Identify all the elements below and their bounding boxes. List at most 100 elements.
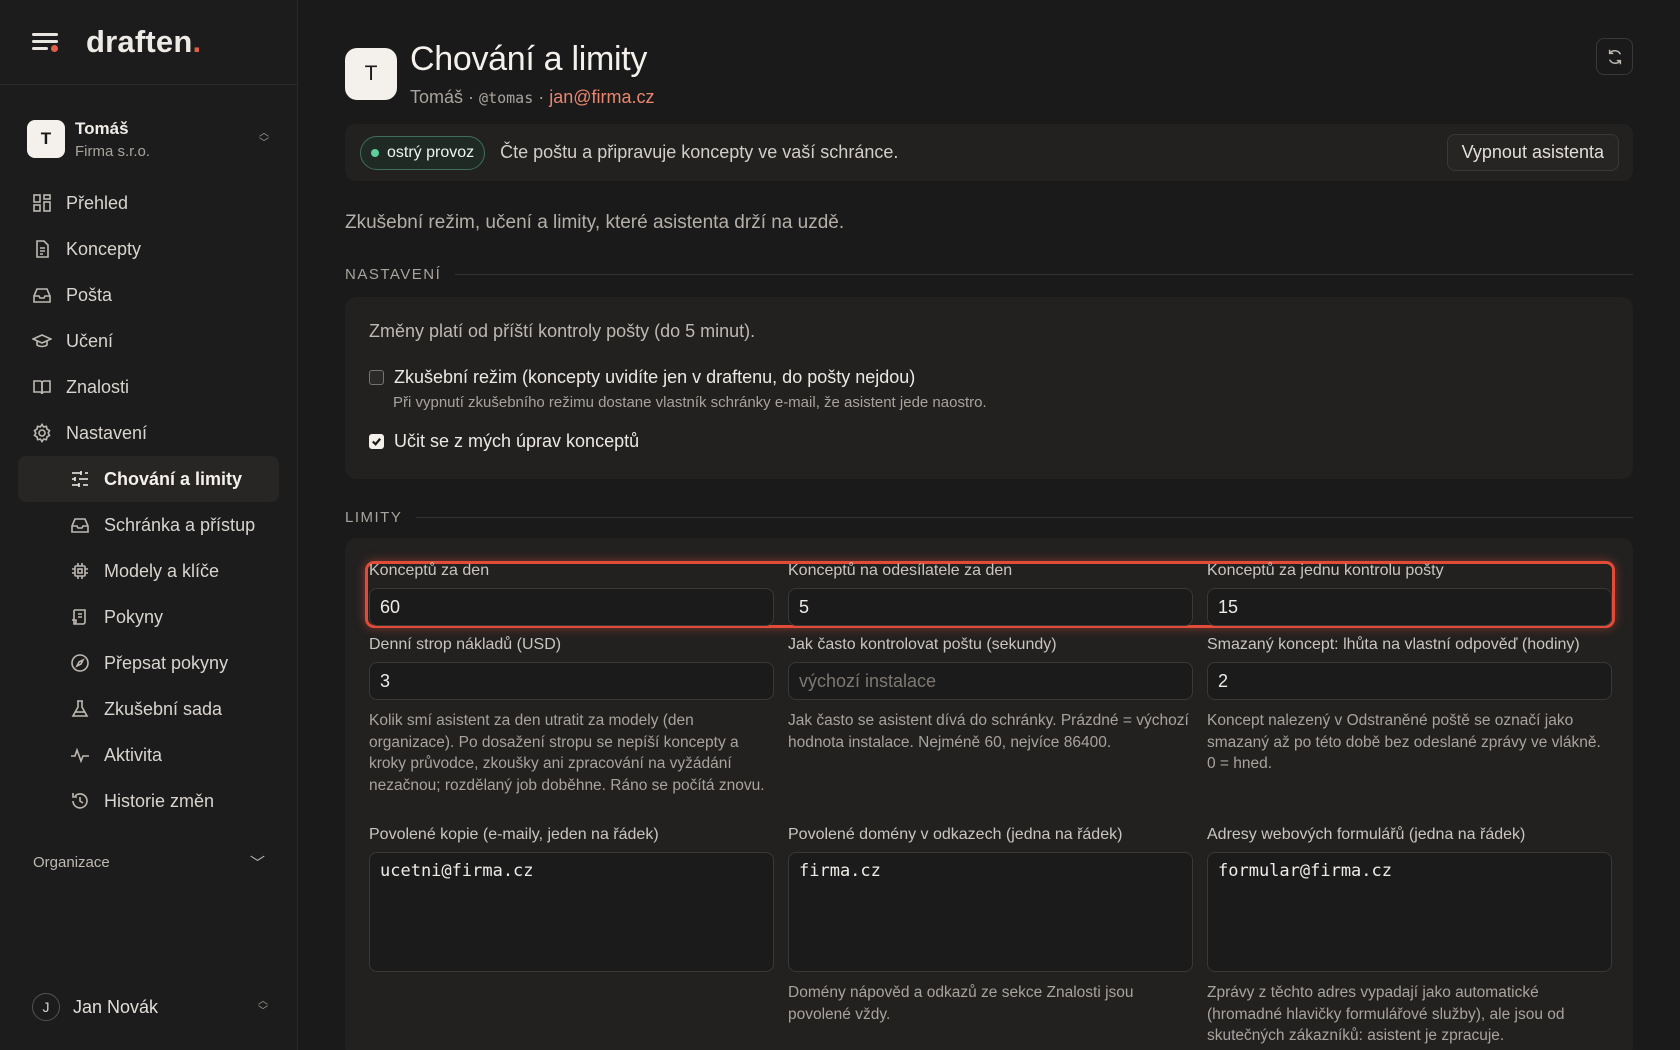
field-label: Denní strop nákladů (USD) xyxy=(369,636,562,653)
allowed-cc-field: Povolené kopie (e-maily, jeden na řádek)… xyxy=(369,826,774,972)
settings-section-label: NASTAVENÍ xyxy=(345,266,442,283)
sidebar-item-zkusebni-sada[interactable]: Zkušební sada xyxy=(18,686,279,732)
allowed-domains-textarea[interactable]: firma.cz xyxy=(788,852,1193,972)
chevron-up-down-icon: ︿ ﹀ xyxy=(258,996,268,1017)
sidebar-item-uceni[interactable]: Učení xyxy=(18,318,279,364)
field-help: Domény nápověd a odkazů ze sekce Znalost… xyxy=(788,984,1134,1023)
drafts-per-day-field: Konceptů za den 60 xyxy=(369,562,774,626)
user-menu[interactable]: J Jan Novák ︿ ﹀ xyxy=(32,993,272,1021)
field-label: Smazaný koncept: lhůta na vlastní odpově… xyxy=(1207,636,1580,653)
chevron-up-down-icon: ︿ ﹀ xyxy=(259,128,269,149)
meta-separator: · xyxy=(468,87,475,107)
sidebar-item-aktivita[interactable]: Aktivita xyxy=(18,732,279,778)
menu-icon[interactable] xyxy=(32,31,60,53)
sidebar-item-label: Učení xyxy=(66,330,114,351)
assistant-status-bar: ostrý provoz Čte poštu a připravuje konc… xyxy=(345,124,1633,181)
drafts-per-check-input[interactable]: 15 xyxy=(1207,588,1612,626)
allowed-cc-textarea[interactable]: ucetni@firma.cz xyxy=(369,852,774,972)
deleted-grace-input[interactable]: 2 xyxy=(1207,662,1612,700)
deleted-grace-field: Smazaný koncept: lhůta na vlastní odpově… xyxy=(1207,636,1612,775)
sidebar-item-label: Znalosti xyxy=(66,376,130,397)
gear-icon xyxy=(33,423,51,443)
sidebar-item-nastaveni[interactable]: Nastavení xyxy=(18,410,279,456)
check-interval-input[interactable]: výchozí instalace xyxy=(788,662,1193,700)
org-switcher-subtitle: Firma s.r.o. xyxy=(75,142,151,160)
page-title: Chování a limity xyxy=(410,40,648,78)
sidebar-item-label: Koncepty xyxy=(66,238,142,259)
sidebar-item-koncepty[interactable]: Koncepty xyxy=(18,226,279,272)
trial-mode-checkbox[interactable] xyxy=(369,370,384,385)
checkmark-icon xyxy=(372,438,382,446)
drafts-per-sender-input[interactable]: 5 xyxy=(788,588,1193,626)
sidebar-item-label: Pošta xyxy=(66,284,113,305)
mailbox-email: jan@firma.cz xyxy=(549,87,655,107)
chevron-down-icon: ﹀ xyxy=(249,855,265,872)
learn-option[interactable]: Učit se z mých úprav konceptů xyxy=(369,431,639,452)
sidebar-nav: Přehled Koncepty Pošta Učení Znalosti Na… xyxy=(18,180,279,824)
field-label: Povolené domény v odkazech (jedna na řád… xyxy=(788,826,1123,843)
organization-section-toggle[interactable]: Organizace ﹀ xyxy=(33,852,265,873)
refresh-button[interactable] xyxy=(1596,38,1633,75)
sidebar-item-znalosti[interactable]: Znalosti xyxy=(18,364,279,410)
sidebar-item-pokyny[interactable]: Pokyny xyxy=(18,594,279,640)
disable-assistant-button[interactable]: Vypnout asistenta xyxy=(1446,134,1619,171)
settings-card: Změny platí od příští kontroly pošty (do… xyxy=(345,297,1633,479)
settings-section-heading: NASTAVENÍ xyxy=(345,266,1633,283)
inbox-icon xyxy=(71,518,89,533)
limits-card: Konceptů za den 60 Konceptů na odesílate… xyxy=(345,538,1633,1050)
sidebar-item-label: Aktivita xyxy=(104,744,163,765)
sidebar-item-prehled[interactable]: Přehled xyxy=(18,180,279,226)
chip-icon xyxy=(72,563,88,579)
history-icon xyxy=(72,793,88,809)
limits-section-label: LIMITY xyxy=(345,509,403,526)
sidebar-item-posta[interactable]: Pošta xyxy=(18,272,279,318)
user-name: Jan Novák xyxy=(73,996,159,1017)
organization-section-label: Organizace xyxy=(33,854,110,871)
status-badge: ostrý provoz xyxy=(360,135,486,170)
sidebar-item-label: Pokyny xyxy=(104,606,164,627)
page-header: T Chování a limity Tomáš · @tomas · jan@… xyxy=(345,40,655,108)
sidebar-item-schranka-a-pristup[interactable]: Schránka a přístup xyxy=(18,502,279,548)
daily-cost-field: Denní strop nákladů (USD) 3 Kolik smí as… xyxy=(369,636,774,796)
limits-section-heading: LIMITY xyxy=(345,509,1633,526)
trial-mode-label: Zkušební režim (koncepty uvidíte jen v d… xyxy=(394,367,916,387)
brand-logo[interactable]: draften. xyxy=(86,24,201,60)
trial-mode-help: Při vypnutí zkušebního režimu dostane vl… xyxy=(393,394,987,411)
org-switcher[interactable]: T Tomáš Firma s.r.o. ︿ ﹀ xyxy=(27,115,273,163)
learn-checkbox[interactable] xyxy=(369,434,384,449)
web-forms-textarea[interactable]: formular@firma.cz xyxy=(1207,852,1612,972)
drafts-per-sender-field: Konceptů na odesílatele za den 5 xyxy=(788,562,1193,626)
meta-separator: · xyxy=(538,87,545,107)
daily-cost-input[interactable]: 3 xyxy=(369,662,774,700)
flask-icon xyxy=(71,700,89,717)
status-badge-label: ostrý provoz xyxy=(387,143,475,161)
scroll-icon xyxy=(72,609,86,625)
sidebar-item-label: Chování a limity xyxy=(104,468,243,489)
sidebar-item-historie-zmen[interactable]: Historie změn xyxy=(18,778,279,824)
page-description: Zkušební režim, učení a limity, které as… xyxy=(345,212,845,233)
trial-mode-option[interactable]: Zkušební režim (koncepty uvidíte jen v d… xyxy=(369,367,915,388)
field-label: Konceptů za den xyxy=(369,562,490,579)
book-icon xyxy=(33,380,51,395)
sidebar-item-modely-a-klice[interactable]: Modely a klíče xyxy=(18,548,279,594)
avatar: T xyxy=(345,48,397,100)
field-label: Jak často kontrolovat poštu (sekundy) xyxy=(788,636,1057,653)
field-label: Adresy webových formulářů (jedna na řáde… xyxy=(1207,826,1526,843)
page-meta: Tomáš · @tomas · jan@firma.cz xyxy=(410,87,655,108)
inbox-icon xyxy=(33,288,51,303)
avatar: J xyxy=(32,993,60,1021)
sliders-icon xyxy=(72,471,88,487)
web-forms-field: Adresy webových formulářů (jedna na řáde… xyxy=(1207,826,1612,1047)
drafts-per-check-field: Konceptů za jednu kontrolu pošty 15 xyxy=(1207,562,1612,626)
field-help: Koncept nalezený v Odstraněné poště se o… xyxy=(1207,712,1601,772)
org-avatar: T xyxy=(27,120,65,158)
mailbox-owner-name: Tomáš xyxy=(410,87,464,107)
sidebar-item-label: Zkušební sada xyxy=(104,698,223,719)
sidebar-item-chovani-a-limity[interactable]: Chování a limity xyxy=(18,456,279,502)
live-dot-icon xyxy=(371,148,379,157)
sidebar-item-prepsat-pokyny[interactable]: Přepsat pokyny xyxy=(18,640,279,686)
field-label: Konceptů za jednu kontrolu pošty xyxy=(1207,562,1444,579)
compass-icon xyxy=(71,654,89,672)
drafts-per-day-input[interactable]: 60 xyxy=(369,588,774,626)
sidebar-item-label: Schránka a přístup xyxy=(104,514,256,535)
